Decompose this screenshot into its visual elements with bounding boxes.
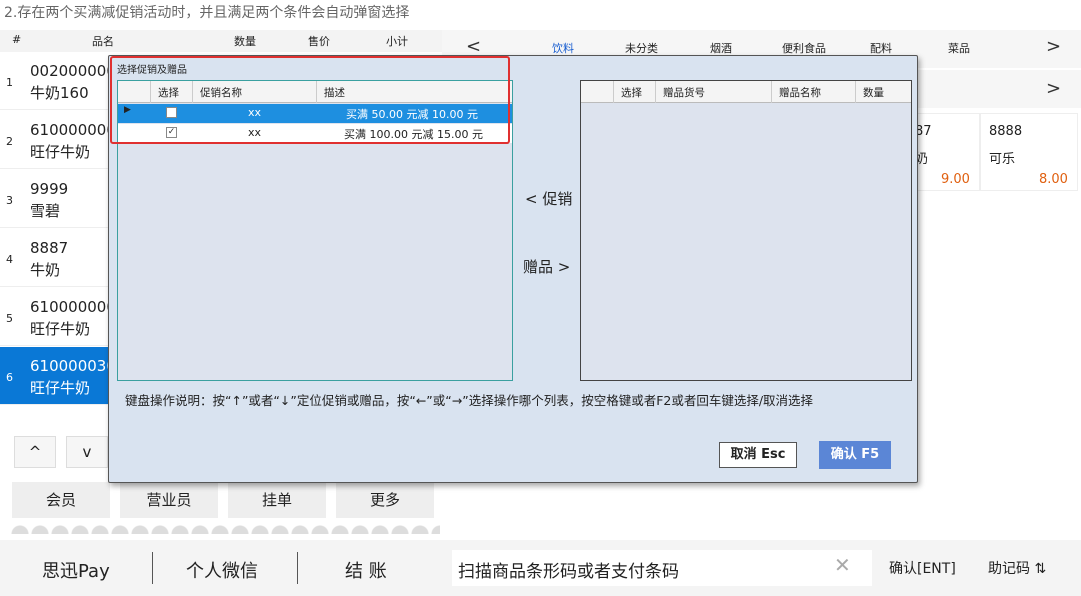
row-code: 9999 (30, 180, 69, 198)
move-to-gift-button[interactable]: 赠品 > (523, 256, 570, 277)
row-name: 旺仔牛奶 (30, 143, 91, 161)
gift-grid: 选择 赠品货号 赠品名称 数量 (580, 80, 912, 381)
hold-order-button[interactable]: 挂单 (228, 482, 326, 518)
col-gift-name: 赠品名称 (779, 87, 821, 99)
row-code: 610000000 (30, 298, 108, 316)
col-name: 品名 (92, 35, 114, 48)
move-to-promo-button[interactable]: < 促销 (525, 188, 572, 209)
receipt-edge-decoration (10, 522, 440, 534)
cart-row[interactable]: 2 610000000 旺仔牛奶 (0, 111, 108, 169)
row-code: 8887 (30, 239, 69, 257)
category-tab[interactable]: 便利食品 (782, 40, 826, 56)
category-next-button[interactable]: > (1046, 36, 1061, 57)
category-tab[interactable]: 菜品 (948, 40, 970, 56)
row-name: 旺仔牛奶 (30, 320, 91, 338)
personal-wechat-button[interactable]: 个人微信 (186, 557, 258, 583)
col-select: 选择 (621, 87, 642, 99)
tile-code: 8888 (989, 124, 1023, 139)
confirm-button[interactable]: 确认 F5 (819, 441, 891, 469)
cart-row[interactable]: 4 8887 牛奶 (0, 229, 108, 287)
row-index: 5 (6, 312, 13, 325)
gift-grid-header: 选择 赠品货号 赠品名称 数量 (581, 81, 911, 103)
category-tab[interactable]: 饮料 (552, 40, 574, 56)
row-code: 002000000 (30, 62, 108, 80)
scroll-up-button[interactable]: ^ (14, 436, 56, 468)
scan-input[interactable]: 扫描商品条形码或者支付条码 (452, 550, 872, 586)
tutorial-caption: 2.存在两个买满减促销活动时，并且满足两个条件会自动弹窗选择 (4, 5, 410, 21)
cart-table-header: # 品名 数量 售价 小计 (0, 30, 442, 52)
category-tab[interactable]: 烟酒 (710, 40, 732, 56)
row-code: 610000000 (30, 121, 108, 139)
category-tab[interactable]: 未分类 (625, 40, 658, 56)
cancel-button[interactable]: 取消 Esc (719, 442, 797, 468)
col-qty: 数量 (234, 35, 256, 48)
row-name: 牛奶 (30, 261, 61, 279)
row-index: 4 (6, 253, 13, 266)
row-name: 雪碧 (30, 202, 61, 220)
category-prev-button[interactable]: < (466, 36, 481, 57)
row-index: 2 (6, 135, 13, 148)
col-index: # (12, 33, 22, 46)
salesclerk-button[interactable]: 营业员 (120, 482, 218, 518)
tile-price: 8.00 (1039, 172, 1068, 187)
col-subtotal: 小计 (386, 35, 408, 48)
member-button[interactable]: 会员 (12, 482, 110, 518)
row-name: 旺仔牛奶 (30, 379, 91, 397)
col-price: 售价 (308, 35, 330, 48)
product-tile[interactable]: 8888 可乐 8.00 (980, 113, 1078, 191)
scroll-down-button[interactable]: v (66, 436, 108, 468)
cart-row[interactable]: 1 002000000 牛奶160 (0, 52, 108, 110)
mnemonic-button[interactable]: 助记码 ⇅ (988, 558, 1046, 578)
tile-name: 可乐 (989, 152, 1016, 167)
sixun-pay-button[interactable]: 思迅Pay (42, 557, 110, 583)
divider (297, 552, 298, 584)
tile-price: 9.00 (941, 172, 970, 187)
col-gift-code: 赠品货号 (663, 87, 705, 99)
chevron-up-icon: ^ (28, 443, 42, 461)
keyboard-help-text: 键盘操作说明：按“↑”或者“↓”定位促销或赠品，按“←”或“→”选择操作哪个列表… (125, 393, 814, 408)
row-index: 3 (6, 194, 13, 207)
checkout-button[interactable]: 结 账 (345, 557, 387, 583)
row-index: 1 (6, 76, 13, 89)
chevron-down-icon: v (82, 443, 92, 461)
scan-bar: 扫描商品条形码或者支付条码 ✕ 确认[ENT] 助记码 ⇅ (442, 540, 1081, 596)
highlight-box (110, 56, 510, 144)
row-name: 牛奶160 (30, 84, 89, 102)
row-code: 610000030 (30, 357, 108, 375)
divider (152, 552, 153, 584)
more-button[interactable]: 更多 (336, 482, 434, 518)
cart-row[interactable]: 3 9999 雪碧 (0, 170, 108, 228)
row-index: 6 (6, 371, 13, 384)
cart-list: 1 002000000 牛奶160 2 610000000 旺仔牛奶 3 999… (0, 52, 108, 409)
payment-bar: 思迅Pay 个人微信 结 账 (0, 540, 442, 596)
chevron-right-icon[interactable]: > (1046, 78, 1061, 99)
cart-row[interactable]: 5 610000000 旺仔牛奶 (0, 288, 108, 346)
cart-row-selected[interactable]: 6 610000030 旺仔牛奶 (0, 347, 108, 405)
confirm-enter-button[interactable]: 确认[ENT] (889, 558, 956, 578)
category-tab[interactable]: 配料 (870, 40, 892, 56)
col-quantity: 数量 (863, 87, 884, 99)
clear-icon[interactable]: ✕ (834, 553, 851, 577)
